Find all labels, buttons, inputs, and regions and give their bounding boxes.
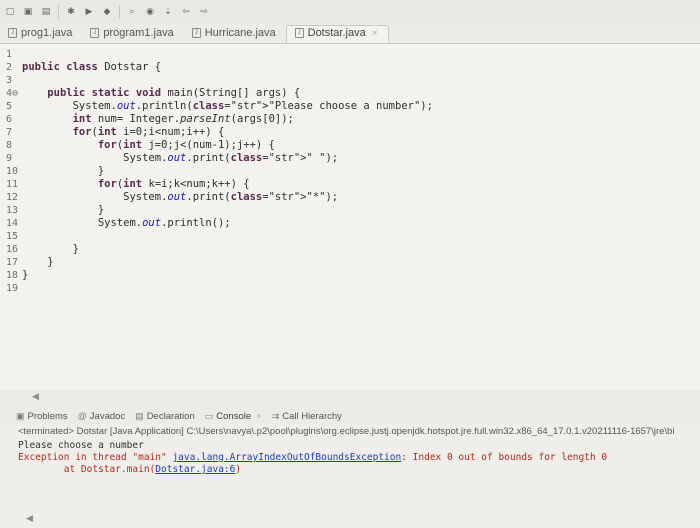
tab-hurricane[interactable]: J Hurricane.java: [184, 25, 286, 43]
console-tab-javadoc[interactable]: @ Javadoc: [78, 411, 126, 422]
code-text: public static void main(String[] args) {: [47, 87, 301, 99]
print-icon[interactable]: ▤: [40, 6, 52, 18]
line-number: 19: [6, 283, 19, 294]
tab-program1[interactable]: Jprogram1.java: [82, 25, 183, 43]
declaration-icon: ▤: [135, 410, 144, 421]
terminated-label: <terminated> Dotstar [Java Application] …: [18, 426, 675, 437]
trace-prefix: at Dotstar.main(: [18, 464, 156, 475]
search-icon[interactable]: ⌕: [126, 6, 138, 18]
trace-suffix: ): [235, 464, 242, 475]
open-type-icon[interactable]: ◉: [144, 6, 156, 18]
forward-icon[interactable]: ⇨: [198, 6, 210, 18]
stack-trace-line: at Dotstar.main(Dotstar.java:6): [18, 464, 241, 476]
horizontal-scrollbar[interactable]: ◀: [0, 390, 700, 402]
code-text: }: [22, 204, 105, 216]
code-text: System.out.println(class="str">"Please c…: [22, 100, 433, 112]
console-tab-label: Javadoc: [89, 410, 126, 422]
exception-line: Exception in thread "main" java.lang.Arr…: [18, 452, 607, 464]
save-icon[interactable]: ▣: [22, 6, 34, 18]
trace-source-link[interactable]: Dotstar.java:6: [155, 464, 235, 475]
code-line[interactable]: 5 System.out.println(class="str">"Please…: [0, 100, 700, 113]
call-hierarchy-icon: ⇉: [271, 410, 280, 421]
exception-message: : Index 0 out of bounds for length 0: [401, 452, 608, 463]
code-line[interactable]: 11 for(int k=i;k<num;k++) {: [0, 178, 700, 191]
code-line[interactable]: 6 int num= Integer.parseInt(args[0]);: [0, 113, 700, 126]
console-output-line: Please choose a number: [18, 440, 144, 451]
close-tab-icon[interactable]: ×: [372, 28, 378, 39]
debug-icon[interactable]: ✱: [65, 6, 77, 18]
tab-dotstar[interactable]: J Dotstar.java ×: [285, 25, 389, 43]
code-line[interactable]: 18}: [0, 269, 700, 282]
code-line[interactable]: 13 }: [0, 204, 700, 217]
tab-prog1[interactable]: Jprog1.java: [0, 25, 82, 43]
code-text: for(int i=0;i<num;i++) {: [72, 126, 225, 138]
console-tab-label: Problems: [27, 410, 68, 422]
code-line[interactable]: 9 System.out.print(class="str">" ");: [0, 152, 700, 165]
next-annotation-icon[interactable]: ⇣: [162, 6, 174, 18]
java-file-icon: J: [191, 27, 201, 38]
java-file-icon: J: [8, 27, 17, 38]
code-text: }: [22, 269, 29, 281]
console-scroll-left-icon[interactable]: ◀: [26, 514, 33, 524]
code-line[interactable]: 8 for(int j=0;j<(num-1);j++) {: [0, 139, 700, 152]
code-text: System.out.print(class="str">"*");: [22, 191, 339, 203]
tab-label: Dotstar.java: [307, 27, 366, 39]
console-icon: ▭: [204, 410, 214, 421]
problems-icon: ▣: [16, 410, 25, 421]
exception-prefix: Exception in thread "main": [18, 452, 173, 463]
line-number: 1: [6, 49, 13, 60]
code-line[interactable]: 14 System.out.println();: [0, 217, 700, 230]
code-text: }: [22, 256, 54, 268]
code-line[interactable]: 7 for(int i=0;i<num;i++) {: [0, 126, 700, 139]
code-line[interactable]: 17 }: [0, 256, 700, 269]
back-icon[interactable]: ⇦: [180, 6, 192, 18]
code-line[interactable]: 2 public class Dotstar {: [0, 61, 700, 74]
run-icon[interactable]: ▶: [83, 6, 95, 18]
console-tabs: ▣ Problems @ Javadoc ▤ Declaration ▭ Console × ⇉ C…: [0, 408, 700, 424]
code-line[interactable]: 15: [0, 230, 700, 243]
close-console-icon[interactable]: ×: [256, 411, 262, 422]
code-text: System.out.println();: [22, 217, 231, 229]
code-line[interactable]: 12 System.out.print(class="str">"*");: [0, 191, 700, 204]
console-tab-declaration[interactable]: ▤ Declaration: [135, 411, 195, 422]
code-text: }: [22, 243, 79, 255]
tab-label: program1.java: [103, 26, 174, 39]
exception-class-link[interactable]: java.lang.ArrayIndexOutOfBoundsException: [172, 452, 401, 463]
code-line[interactable]: 1: [0, 48, 700, 61]
toolbar-separator: [58, 5, 59, 19]
line-number: 3: [6, 75, 13, 86]
code-text: System.out.print(class="str">" ");: [22, 152, 339, 164]
editor-tabs: Jprog1.java Jprogram1.java J Hurricane.java…: [0, 24, 700, 44]
console-tab-label: Console: [216, 410, 252, 422]
code-text: }: [22, 165, 105, 177]
code-line[interactable]: 16 }: [0, 243, 700, 256]
console-tab-problems[interactable]: ▣ Problems: [16, 411, 68, 422]
code-text: for(int j=0;j<(num-1);j++) {: [97, 139, 275, 151]
code-line[interactable]: 4⊖ public static void main(String[] args…: [0, 87, 700, 100]
console-tab-console[interactable]: ▭ Console ×: [205, 411, 262, 422]
code-line[interactable]: 3: [0, 74, 700, 87]
line-number: 15: [6, 231, 19, 242]
console-view[interactable]: <terminated> Dotstar [Java Application] …: [0, 424, 700, 528]
console-tab-call-hierarchy[interactable]: ⇉ Call Hierarchy: [272, 411, 342, 422]
console-tab-label: Call Hierarchy: [282, 410, 342, 422]
java-file-icon: J: [90, 27, 100, 38]
java-file-icon: J: [294, 28, 304, 38]
tab-label: Hurricane.java: [204, 26, 276, 39]
scroll-left-icon[interactable]: ◀: [32, 392, 39, 402]
new-class-icon[interactable]: ◆: [101, 6, 113, 18]
console-tab-label: Declaration: [146, 410, 195, 422]
code-text: public class Dotstar {: [22, 61, 162, 73]
code-text: int num= Integer.parseInt(args[0]);: [72, 113, 294, 125]
code-line[interactable]: 19: [0, 282, 700, 295]
code-text: for(int k=i;k<num;k++) {: [97, 178, 250, 190]
javadoc-icon: @: [77, 411, 87, 421]
toolbar: ▢ ▣ ▤ ✱ ▶ ◆ ⌕ ◉ ⇣ ⇦ ⇨: [0, 0, 700, 24]
code-editor[interactable]: 1 2 public class Dotstar {3 4⊖ public stati…: [0, 44, 700, 390]
tab-label: prog1.java: [21, 26, 73, 39]
toolbar-separator: [119, 5, 120, 19]
new-icon[interactable]: ▢: [4, 6, 16, 18]
code-line[interactable]: 10 }: [0, 165, 700, 178]
